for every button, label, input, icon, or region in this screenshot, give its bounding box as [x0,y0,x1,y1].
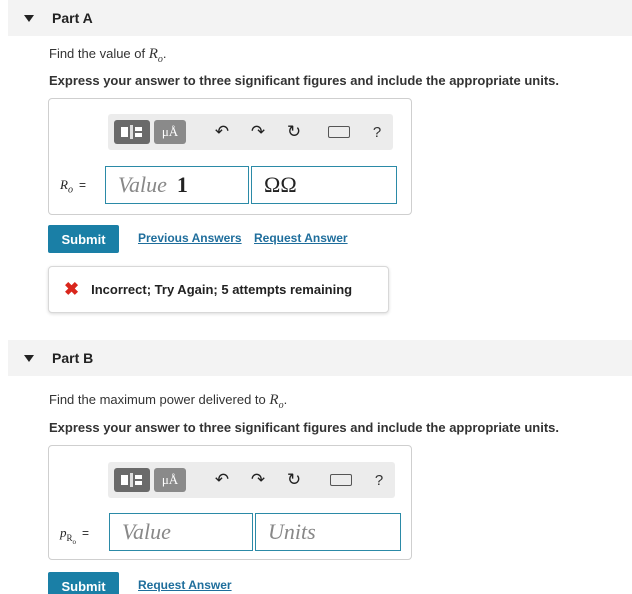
undo-icon[interactable]: ↶ [212,468,232,492]
redo-icon[interactable]: ↷ [248,120,268,144]
help-button[interactable]: ? [372,468,386,492]
reset-icon[interactable]: ↻ [284,120,304,144]
part-b-request-answer-link[interactable]: Request Answer [138,578,232,592]
prompt-variable: Ro [148,46,163,65]
previous-answers-link[interactable]: Previous Answers [138,231,242,245]
reset-icon[interactable]: ↻ [284,468,304,492]
feedback-message: Incorrect; Try Again; 5 attempts remaini… [91,282,353,297]
part-b-title: Part B [52,350,94,366]
redo-icon[interactable]: ↷ [248,468,268,492]
part-a-submit-button[interactable]: Submit [48,225,119,253]
part-a-answer-box: μÅ ↶ ↷ ↻ ? Ro = Value 1 ΩΩ [48,98,412,215]
collapse-caret-icon[interactable] [24,14,34,22]
part-b-submit-button[interactable]: Submit [48,572,119,594]
incorrect-x-icon: ✖ [64,279,80,299]
answer-variable-label: Ro = [60,177,86,196]
part-a-header[interactable]: Part A [8,0,632,36]
part-b-instruction: Express your answer to three significant… [49,420,559,435]
part-a-prompt: Find the value of Ro. [49,46,167,65]
part-a-title: Part A [52,10,93,26]
units-symbols-button[interactable]: μÅ [154,468,186,492]
units-input[interactable]: Units [255,513,401,551]
templates-button[interactable] [114,468,150,492]
templates-icon [121,125,142,139]
answer-variable-label: pRo= [60,525,90,546]
math-toolbar: μÅ ↶ ↷ ↻ ? [108,114,393,150]
collapse-caret-icon[interactable] [24,354,34,362]
value-input[interactable]: Value 1 [105,166,249,204]
keyboard-icon [330,474,352,486]
part-b-prompt: Find the maximum power delivered to Ro. [49,392,288,411]
keyboard-button[interactable] [328,468,354,492]
keyboard-icon [328,126,350,138]
feedback-box: ✖ Incorrect; Try Again; 5 attempts remai… [48,266,389,313]
templates-button[interactable] [114,120,150,144]
math-toolbar: μÅ ↶ ↷ ↻ ? [108,462,395,498]
part-b-answer-box: μÅ ↶ ↷ ↻ ? pRo= Value Units [48,445,412,560]
help-button[interactable]: ? [370,120,384,144]
undo-icon[interactable]: ↶ [212,120,232,144]
value-input[interactable]: Value [109,513,253,551]
part-a-request-answer-link[interactable]: Request Answer [254,231,348,245]
units-input[interactable]: ΩΩ [251,166,397,204]
units-symbols-button[interactable]: μÅ [154,120,186,144]
part-b-header[interactable]: Part B [8,340,632,376]
part-a-instruction: Express your answer to three significant… [49,73,559,88]
prompt-variable: Ro [269,392,284,411]
templates-icon [121,473,142,487]
keyboard-button[interactable] [326,120,352,144]
